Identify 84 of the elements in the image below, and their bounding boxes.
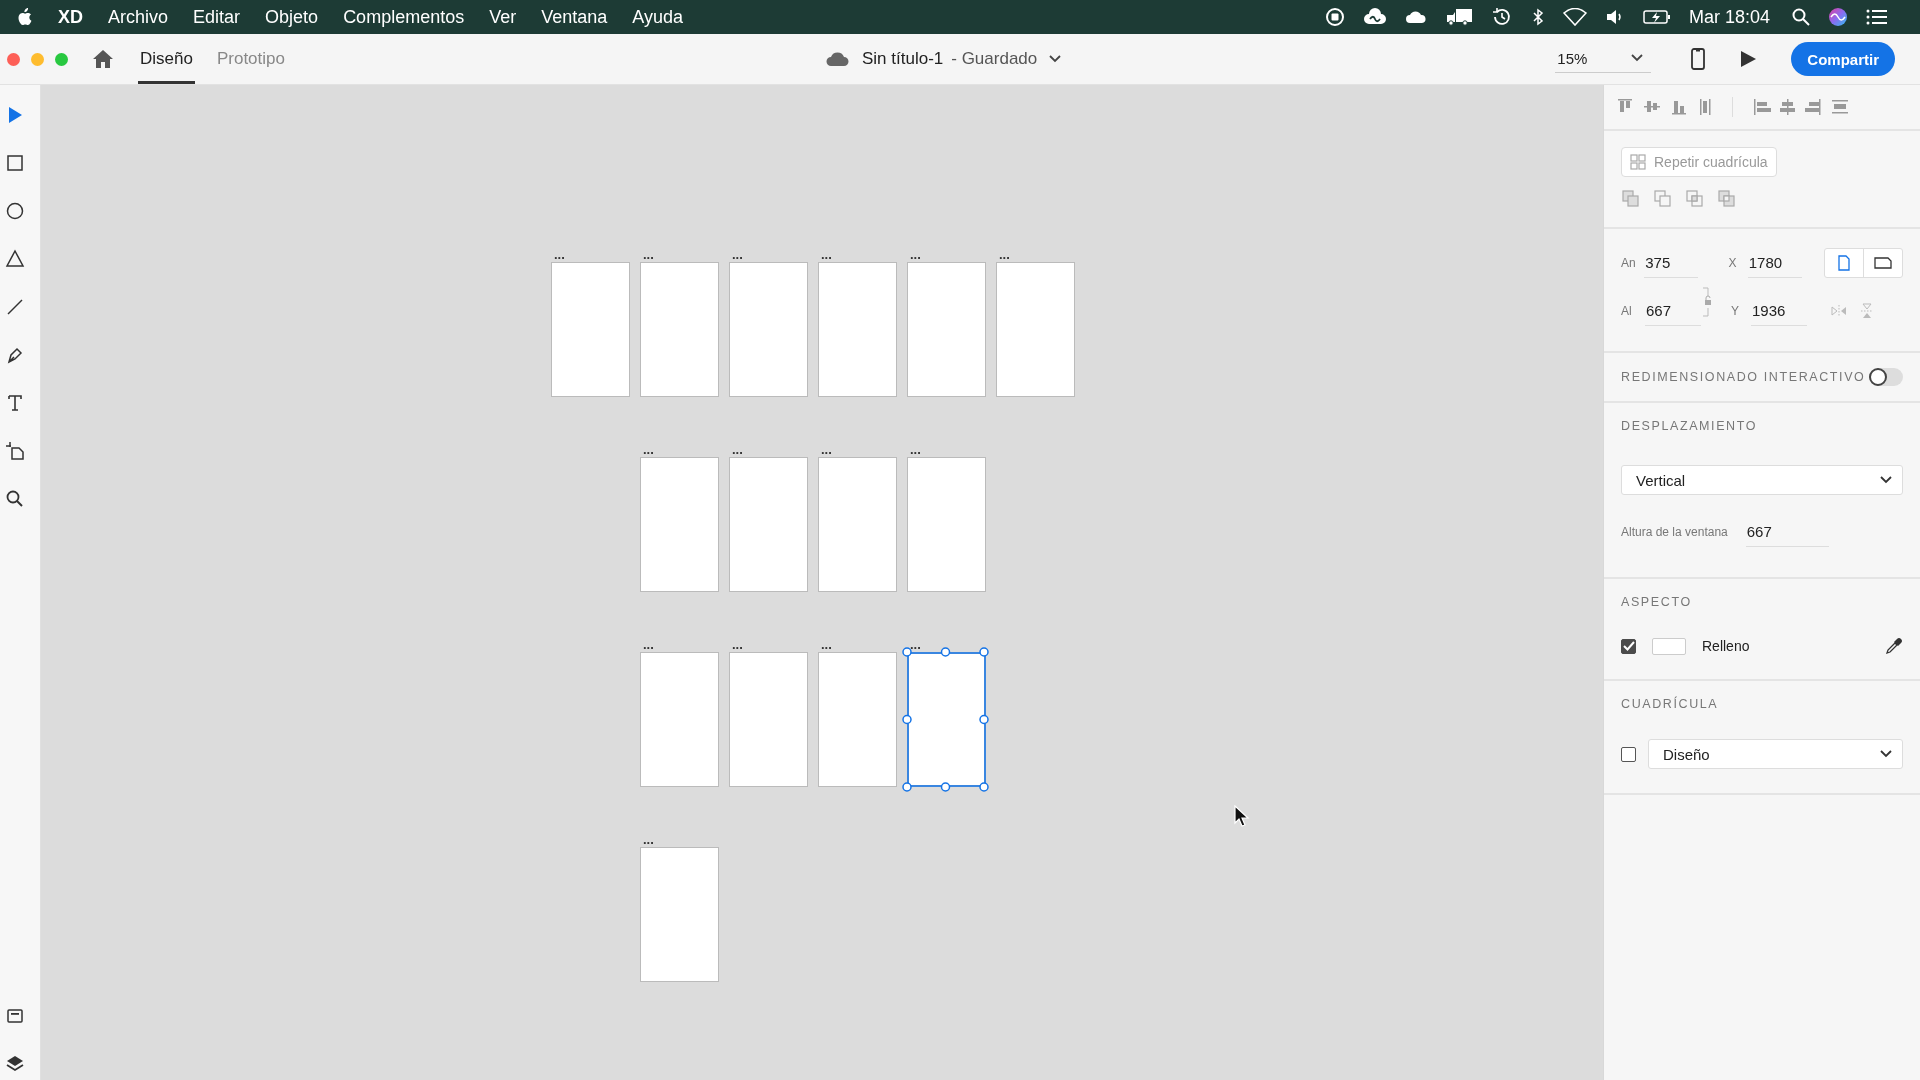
pen-icon[interactable] <box>5 345 25 365</box>
height-label: Al <box>1621 304 1633 318</box>
menu-item[interactable]: Objeto <box>265 6 319 28</box>
scrolling-dropdown[interactable]: Vertical <box>1621 465 1903 495</box>
circle-icon[interactable] <box>5 201 25 221</box>
chevron-down-icon[interactable] <box>1049 55 1062 63</box>
artboard-title[interactable]: ... <box>729 247 743 262</box>
zoom-dropdown[interactable]: 15% <box>1555 45 1652 73</box>
section-title: DESPLAZAMIENTO <box>1621 419 1759 433</box>
landscape-page-icon <box>1874 257 1892 269</box>
chevron-down-icon <box>1880 750 1892 758</box>
rectangle-icon[interactable] <box>5 153 25 173</box>
artboard-title[interactable]: ... <box>818 637 832 652</box>
layers-icon[interactable] <box>5 1054 25 1074</box>
menu-item[interactable]: Ver <box>489 6 517 28</box>
line-icon[interactable] <box>5 297 25 317</box>
y-field[interactable]: 1936 <box>1751 302 1807 326</box>
zoom-icon[interactable] <box>5 489 25 509</box>
responsive-resize-label: REDIMENSIONADO INTERACTIVO <box>1621 370 1866 384</box>
artboard-title[interactable]: ... <box>551 247 565 262</box>
artboard-title[interactable]: ... <box>996 247 1010 262</box>
grid-checkbox[interactable] <box>1621 746 1636 762</box>
truck-icon[interactable] <box>1444 7 1473 27</box>
chevron-down-icon <box>1631 54 1644 62</box>
menu-item[interactable]: Complementos <box>343 6 465 28</box>
artboard-title[interactable]: ... <box>640 637 654 652</box>
artboard-icon[interactable] <box>5 441 25 461</box>
home-icon[interactable] <box>92 49 114 69</box>
cloud-icon <box>826 51 850 67</box>
artboard-title[interactable]: ... <box>729 637 743 652</box>
artboard-title[interactable]: ... <box>818 442 832 457</box>
y-label: Y <box>1731 304 1740 318</box>
menu-item[interactable]: Ventana <box>541 6 608 28</box>
document-title[interactable]: Sin título-1 <box>862 49 944 69</box>
triangle-icon[interactable] <box>5 249 25 269</box>
artboard-title[interactable]: ... <box>640 247 654 262</box>
save-status[interactable]: - Guardado <box>951 49 1038 69</box>
play-icon[interactable] <box>1739 50 1758 68</box>
grid-icon <box>1630 154 1646 170</box>
eyedropper-icon[interactable] <box>1885 637 1903 655</box>
fill-label: Relleno <box>1702 638 1751 654</box>
grid-type-dropdown[interactable]: Diseño <box>1648 739 1903 769</box>
viewport-height-field[interactable]: 667 <box>1745 523 1829 547</box>
width-label: An <box>1621 256 1637 270</box>
bluetooth-icon[interactable] <box>1530 7 1545 27</box>
cloud-icon[interactable] <box>1404 9 1427 25</box>
battery-icon[interactable] <box>1642 9 1671 25</box>
artboard-title[interactable]: ... <box>907 247 921 262</box>
fill-checkbox[interactable] <box>1621 638 1636 654</box>
x-label: X <box>1728 256 1738 270</box>
fill-color-swatch[interactable] <box>1652 637 1686 655</box>
portrait-page-icon <box>1838 255 1850 271</box>
artboard-title[interactable]: ... <box>640 832 654 847</box>
chevron-down-icon <box>1880 476 1892 484</box>
text-tool-icon[interactable] <box>5 393 25 413</box>
responsive-resize-toggle[interactable] <box>1869 368 1903 386</box>
menubar-clock[interactable]: Mar 18:04 <box>1688 6 1770 28</box>
menu-item[interactable]: Ayuda <box>632 6 683 28</box>
artboard-title[interactable]: ... <box>907 442 921 457</box>
close-window-button[interactable] <box>7 52 20 66</box>
viewport-height-label: Altura de la ventana <box>1621 525 1728 539</box>
share-button[interactable]: Compartir <box>1791 42 1895 76</box>
menu-item[interactable]: Editar <box>193 6 241 28</box>
apple-logo-icon[interactable] <box>16 8 32 26</box>
section-title: CUADRÍCULA <box>1621 697 1720 711</box>
siri-icon[interactable] <box>1828 7 1848 27</box>
app-name-menu[interactable]: XD <box>58 6 83 28</box>
history-clock-icon[interactable] <box>1490 6 1513 28</box>
list-icon[interactable] <box>1866 9 1888 25</box>
section-title: ASPECTO <box>1621 595 1693 609</box>
x-field[interactable]: 1780 <box>1747 254 1802 278</box>
search-icon[interactable] <box>1792 8 1810 26</box>
artboard-title[interactable]: ... <box>818 247 832 262</box>
height-field[interactable]: 667 <box>1645 302 1701 326</box>
mouse-pointer-icon <box>1234 805 1250 827</box>
assets-icon[interactable] <box>5 1006 25 1026</box>
artboard-title[interactable]: ... <box>729 442 743 457</box>
wifi-icon[interactable] <box>1562 8 1587 26</box>
width-field[interactable]: 375 <box>1644 254 1699 278</box>
record-icon[interactable] <box>1324 7 1345 27</box>
menu-item[interactable]: Archivo <box>108 6 169 28</box>
phone-icon[interactable] <box>1691 48 1706 70</box>
artboard-title[interactable]: ... <box>640 442 654 457</box>
infinity-cloud-icon[interactable] <box>1362 8 1387 26</box>
